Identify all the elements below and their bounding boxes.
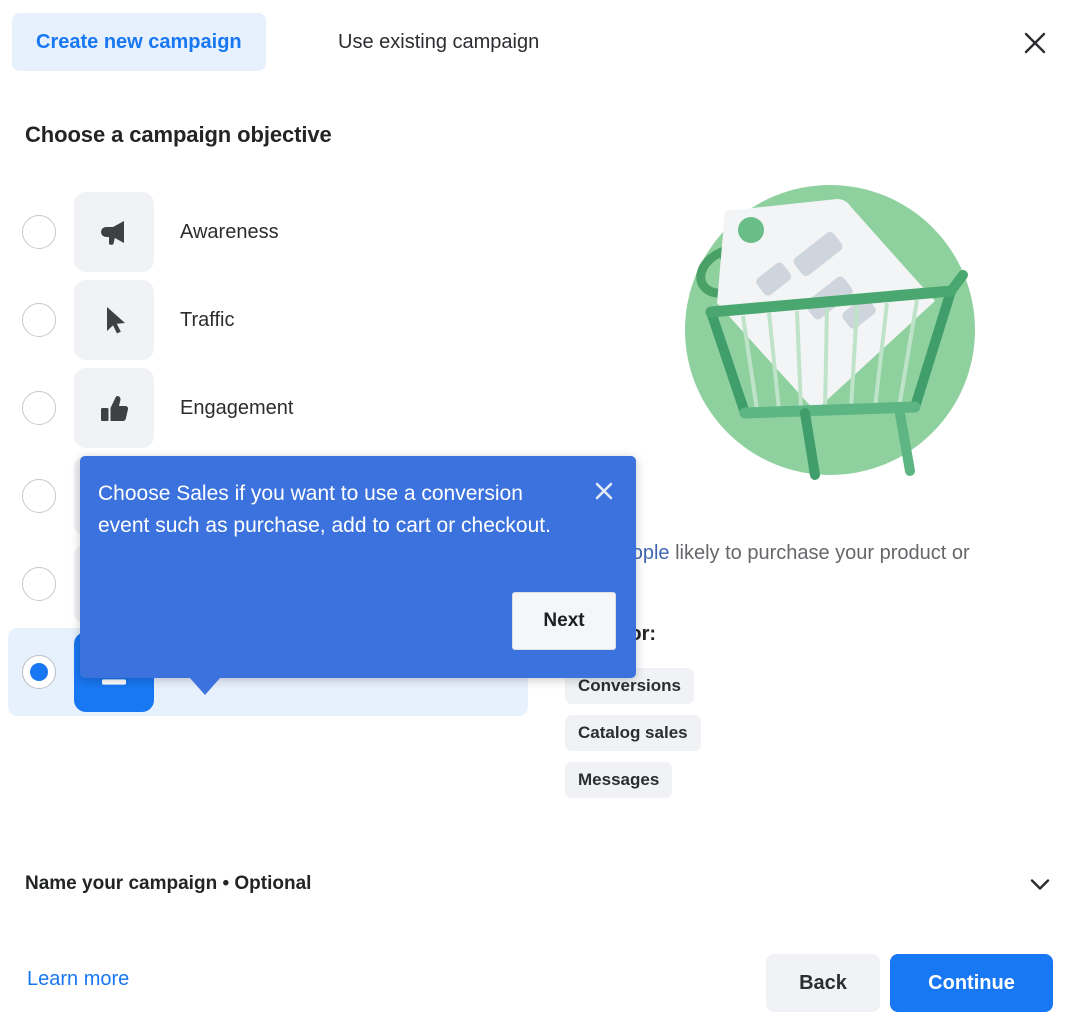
radio-awareness[interactable] [22, 215, 56, 249]
objective-row-engagement[interactable]: Engagement [8, 364, 528, 452]
tab-use-existing-campaign[interactable]: Use existing campaign [318, 13, 559, 71]
radio-app-promotion[interactable] [22, 567, 56, 601]
close-icon [595, 482, 613, 500]
name-campaign-section[interactable]: Name your campaign • Optional [25, 856, 1055, 912]
awareness-icon-tile [74, 192, 154, 272]
megaphone-icon [101, 221, 124, 245]
page-title: Choose a campaign objective [25, 122, 332, 147]
tab-create-new-campaign[interactable]: Create new campaign [12, 13, 266, 71]
learn-more-link[interactable]: Learn more [27, 968, 129, 991]
traffic-icon-tile [74, 280, 154, 360]
tooltip-next-button[interactable]: Next [512, 592, 616, 650]
radio-engagement[interactable] [22, 391, 56, 425]
close-dialog-button[interactable] [1018, 26, 1052, 60]
radio-leads[interactable] [22, 479, 56, 513]
tab-strip: Create new campaign Use existing campaig… [0, 0, 1080, 86]
objective-label-engagement: Engagement [180, 396, 294, 419]
tooltip-arrow [190, 678, 220, 695]
shopping-basket-price-tag-illustration [685, 185, 975, 480]
continue-button[interactable]: Continue [890, 954, 1053, 1012]
objective-illustration [665, 175, 995, 495]
chevron-down-icon [1030, 879, 1050, 890]
tooltip-close-button[interactable] [591, 478, 617, 504]
chip-messages: Messages [565, 762, 673, 798]
radio-sales[interactable] [22, 655, 56, 689]
objective-label-awareness: Awareness [180, 220, 279, 243]
coach-mark-tooltip: Choose Sales if you want to use a conver… [80, 456, 636, 695]
campaign-objective-dialog: Create new campaign Use existing campaig… [0, 0, 1080, 1032]
name-campaign-toggle[interactable] [1025, 869, 1055, 899]
thumbs-up-icon [101, 396, 129, 421]
back-button[interactable]: Back [766, 954, 880, 1012]
objective-detail-panel: Sales Find people likely to purchase you… [545, 175, 1045, 798]
dialog-footer: Learn more Back Continue [0, 946, 1080, 1032]
good-for-chips: Conversions Catalog sales Messages [565, 668, 701, 809]
tooltip-text: Choose Sales if you want to use a conver… [98, 482, 551, 537]
cursor-arrow-icon [107, 307, 125, 334]
tooltip-step-counter: 1 / 3 [80, 600, 556, 623]
objective-label-traffic: Traffic [180, 308, 235, 331]
close-icon [1024, 32, 1046, 54]
objective-row-awareness[interactable]: Awareness [8, 188, 528, 276]
objective-row-traffic[interactable]: Traffic [8, 276, 528, 364]
name-campaign-label: Name your campaign • Optional [25, 873, 312, 894]
chip-catalog-sales: Catalog sales [565, 715, 701, 751]
engagement-icon-tile [74, 368, 154, 448]
radio-traffic[interactable] [22, 303, 56, 337]
